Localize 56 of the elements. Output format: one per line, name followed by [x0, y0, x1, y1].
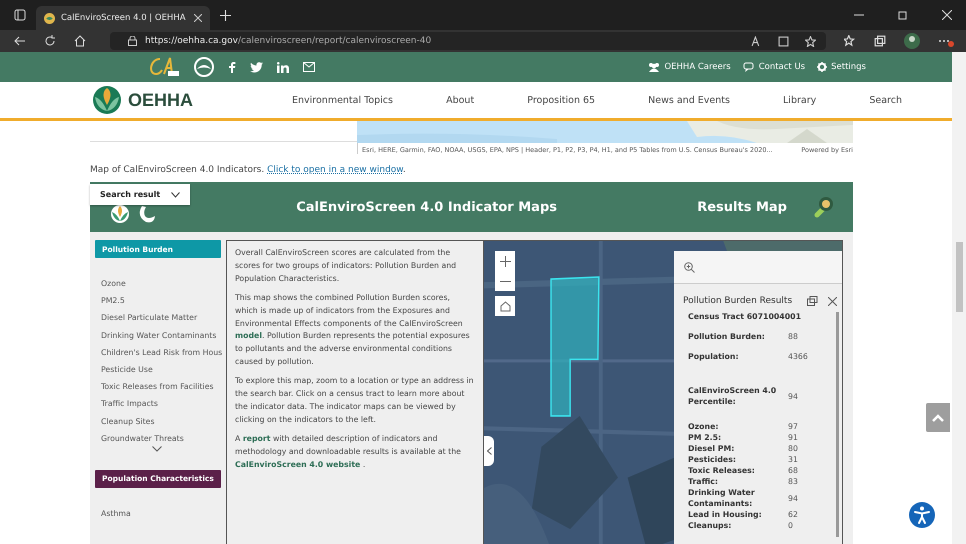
close-icon[interactable]	[828, 296, 837, 306]
nav-link[interactable]: News and Events	[648, 94, 730, 106]
collapse-button[interactable]	[484, 436, 494, 466]
reader-icon[interactable]	[778, 36, 789, 46]
address-field[interactable]: https://oehha.ca.gov/calenviroscreen/report/calenviroscreen-40	[110, 32, 826, 50]
results-map-title: Results Map	[697, 200, 787, 214]
new-tab-icon[interactable]	[220, 10, 231, 20]
popup-title: Pollution Burden Results	[683, 296, 794, 306]
facebook-icon[interactable]	[228, 61, 236, 73]
top-link[interactable]: OEHHA Careers	[648, 62, 731, 72]
restore-icon[interactable]	[898, 10, 908, 20]
top-link[interactable]: Contact Us	[742, 62, 806, 72]
site-logo-text[interactable]: OEHHA	[128, 90, 194, 110]
chevron-left-icon	[486, 447, 492, 455]
open-window-link[interactable]: Click to open in a new window	[267, 165, 403, 175]
tab-actions-icon[interactable]	[14, 9, 26, 21]
chevron-down-icon[interactable]	[152, 446, 162, 452]
twitter-icon[interactable]	[250, 62, 263, 72]
profile-icon[interactable]	[904, 33, 920, 49]
people-icon	[648, 62, 660, 72]
linkedin-icon[interactable]	[277, 62, 289, 72]
favorite-icon[interactable]	[805, 36, 816, 46]
settings-icon	[817, 62, 828, 72]
globe-icon	[44, 12, 55, 24]
app-title: CalEnviroScreen 4.0 Indicator Maps	[295, 200, 558, 214]
back-to-top-button[interactable]	[926, 403, 950, 432]
nav-link[interactable]: Environmental Topics	[292, 94, 393, 106]
scrollbar[interactable]	[836, 312, 839, 537]
lock-icon	[128, 36, 137, 46]
zoom-to-icon[interactable]	[684, 262, 695, 272]
map-caption: Map of CalEnviroScreen 4.0 Indicators. Click to open in a new window.	[90, 165, 407, 175]
chevron-up-icon	[932, 414, 944, 422]
accessibility-icon[interactable]	[909, 502, 935, 528]
oehha-logo-icon[interactable]	[92, 85, 122, 115]
read-aloud-icon[interactable]	[751, 36, 762, 46]
chevron-down-icon	[171, 192, 180, 198]
plus-icon	[500, 256, 510, 266]
home-icon[interactable]	[74, 35, 86, 47]
home-icon	[500, 300, 510, 312]
nav-link[interactable]: Proposition 65	[527, 94, 596, 106]
favorites-icon[interactable]	[844, 35, 856, 47]
back-icon[interactable]	[14, 35, 26, 47]
collections-icon[interactable]	[874, 35, 886, 47]
nav-link[interactable]: Search	[869, 94, 902, 106]
nav-link[interactable]: About	[446, 94, 474, 106]
mail-icon[interactable]	[303, 62, 315, 72]
refresh-icon[interactable]	[44, 35, 56, 47]
top-link[interactable]: Settings	[817, 62, 866, 72]
home-button[interactable]	[495, 296, 515, 316]
phone-chat-icon	[742, 62, 755, 72]
nav-link[interactable]: Library	[783, 94, 816, 106]
page-scrollbar[interactable]	[952, 52, 966, 544]
dock-icon[interactable]	[807, 296, 818, 306]
oehha-logo-icon	[110, 204, 130, 224]
close-window-icon[interactable]	[942, 10, 952, 20]
browser-tab[interactable]: CalEnviroScreen 4.0 | OEHHA	[36, 6, 210, 30]
